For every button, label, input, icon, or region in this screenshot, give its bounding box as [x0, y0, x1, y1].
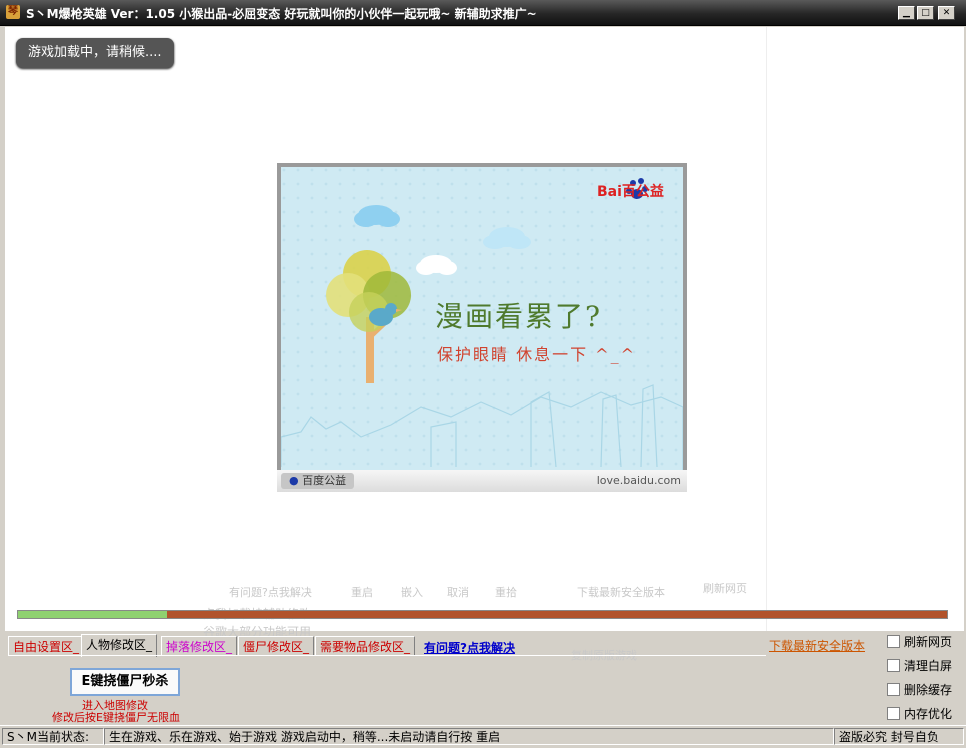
checkbox-label: 清理白屏 — [904, 659, 953, 673]
tab-character[interactable]: 人物修改区_ — [81, 634, 158, 657]
download-link[interactable]: 下载最新安全版本 — [769, 637, 865, 654]
window-title: S丶M爆枪英雄 Ver：1.05 小猴出品-必屈变态 好玩就叫你的小伙伴一起玩哦… — [26, 7, 537, 21]
checkbox-label: 内存优化 — [904, 707, 953, 721]
ad-footer: ● 百度公益 love.baidu.com — [277, 470, 687, 492]
tab-required-items[interactable]: 需要物品修改区_ — [315, 636, 416, 656]
checkbox-label: 刷新网页 — [904, 635, 953, 649]
ghost-refresh: 刷新网页 — [703, 582, 747, 595]
ad-subline: 保护眼睛 休息一下 ^_^ — [437, 345, 636, 364]
kill-hint-infinite-hp: 修改后按E键挠僵尸无限血 — [52, 711, 180, 724]
baidu-paw-icon: ● — [289, 474, 299, 487]
ghost-embed: 嵌入 — [401, 586, 423, 599]
tab-drops[interactable]: 掉落修改区_ — [161, 636, 238, 656]
minimize-button[interactable]: ▁ — [898, 6, 915, 20]
ghost-restart: 重启 — [351, 586, 373, 599]
close-button[interactable]: ✕ — [938, 6, 955, 20]
ad-footer-url[interactable]: love.baidu.com — [597, 474, 681, 487]
ghost-download: 下载最新安全版本 — [577, 586, 665, 599]
ad-footer-brand: ● 百度公益 — [281, 473, 355, 489]
baidu-logo: Bai百公益 — [597, 184, 664, 200]
checkbox-memory-optimize[interactable]: 内存优化 — [887, 705, 952, 723]
right-panel — [766, 27, 964, 631]
e-key-kill-button[interactable]: E键挠僵尸秒杀 — [70, 668, 180, 696]
ad-headline: 漫画看累了? — [435, 300, 603, 333]
app-icon: 琴 — [6, 5, 20, 19]
maximize-button[interactable]: □ — [917, 6, 934, 20]
checkbox-label: 删除缓存 — [904, 683, 953, 697]
checkbox-icon[interactable] — [887, 683, 900, 696]
checkbox-clear-white-screen[interactable]: 清理白屏 — [887, 657, 952, 675]
baidu-ad-banner[interactable]: Bai百公益 漫画看累了? 保护眼睛 休息一下 ^_^ ● 百度公益 love.… — [277, 163, 687, 492]
checkbox-icon[interactable] — [887, 659, 900, 672]
loading-toast: 游戏加载中，请稍候.... — [16, 38, 174, 68]
tab-zombies[interactable]: 僵尸修改区_ — [238, 636, 315, 656]
tab-free-settings[interactable]: 自由设置区_ — [8, 636, 85, 656]
checkbox-icon[interactable] — [887, 707, 900, 720]
checkbox-refresh-page[interactable]: 刷新网页 — [887, 633, 952, 651]
help-link[interactable]: 有问题?点我解决 — [424, 639, 515, 656]
ad-image: Bai百公益 漫画看累了? 保护眼睛 休息一下 ^_^ — [281, 167, 683, 470]
progress-fill — [18, 611, 167, 618]
ad-footer-brand-label: 百度公益 — [302, 474, 347, 487]
status-label: S丶M当前状态: — [2, 728, 104, 745]
title-bar: 琴 S丶M爆枪英雄 Ver：1.05 小猴出品-必屈变态 好玩就叫你的小伙伴一起… — [0, 0, 966, 26]
ghost-cancel: 取消 — [447, 586, 469, 599]
status-message: 生在游戏、乐在游戏、始于游戏 游戏启动中，稍等...未启动请自行按 重启 — [104, 728, 834, 745]
status-right: 盗版必究 封号自负 — [834, 728, 964, 745]
loading-progress-bar — [17, 610, 948, 619]
checkbox-icon[interactable] — [887, 635, 900, 648]
game-viewport[interactable]: 游戏加载中，请稍候.... Bai百公益 漫画看累了? 保护眼睛 休息一下 ^_… — [5, 27, 766, 662]
ghost-retry: 重拾 — [495, 586, 517, 599]
checkbox-delete-cache[interactable]: 删除缓存 — [887, 681, 952, 699]
ghost-help-link: 有问题?点我解决 — [229, 586, 312, 599]
status-bar: S丶M当前状态: 生在游戏、乐在游戏、始于游戏 游戏启动中，稍等...未启动请自… — [0, 725, 966, 748]
